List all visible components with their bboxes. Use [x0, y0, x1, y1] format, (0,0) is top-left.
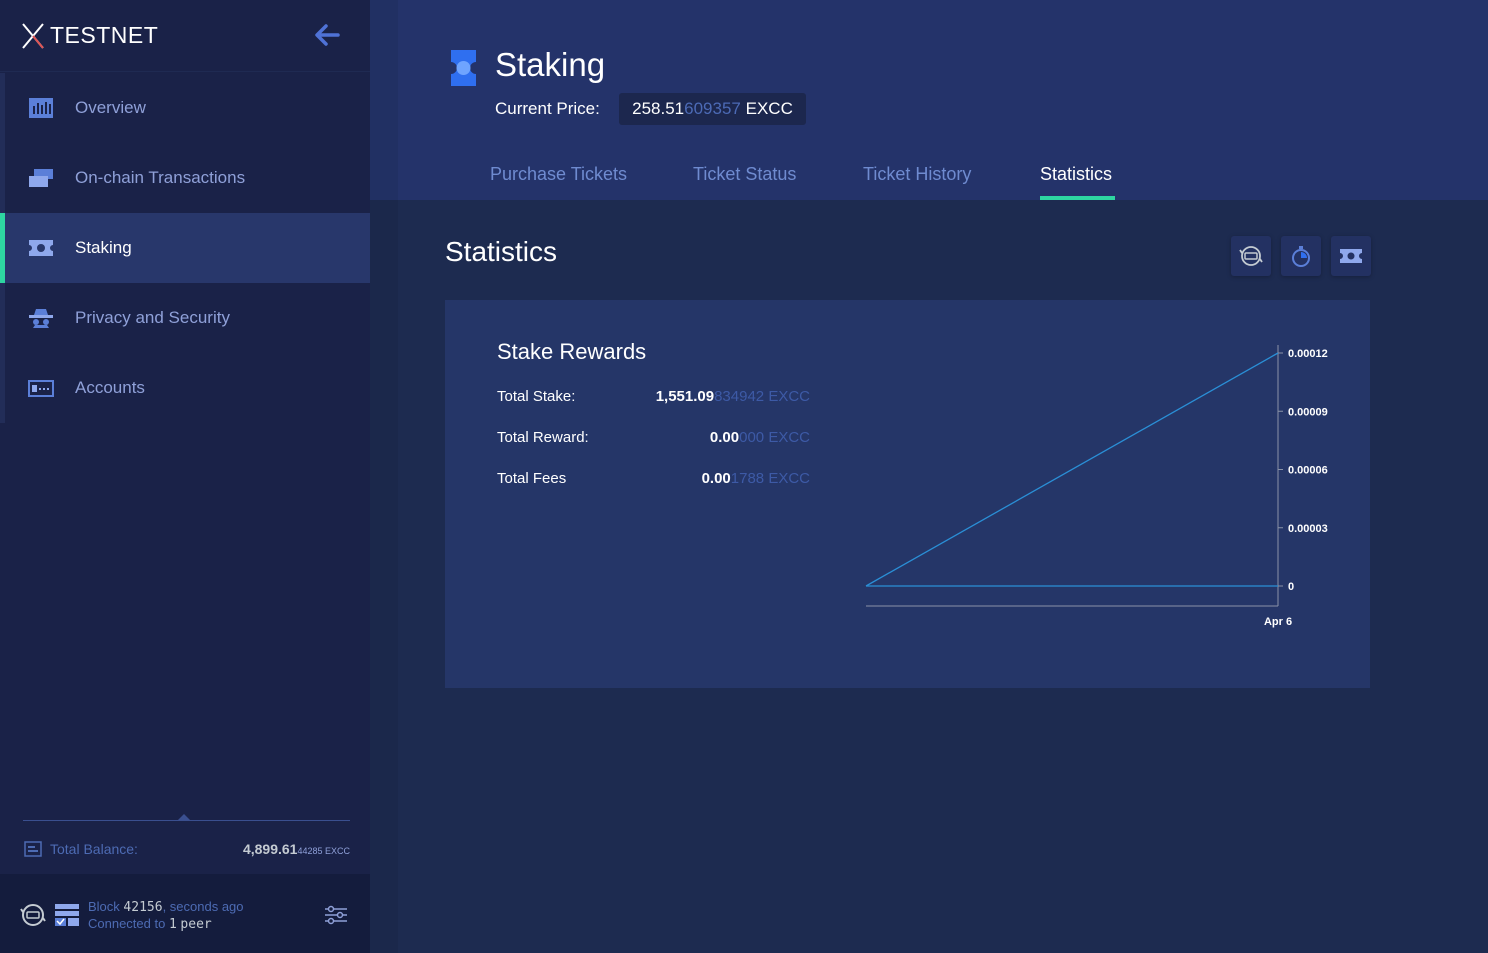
- collapse-sidebar-arrow-icon[interactable]: [312, 20, 344, 50]
- balance-label: Total Balance:: [50, 841, 138, 857]
- stake-rewards-chart: 0 0.00003 0.00006 0.00009 0.00012 Apr 6: [865, 345, 1328, 628]
- current-price-label: Current Price:: [495, 99, 600, 118]
- balance-small: 44285 EXCC: [297, 846, 350, 856]
- balance-main: 4,899.61: [242, 841, 298, 857]
- sidebar-item-staking[interactable]: Staking: [0, 213, 370, 283]
- balance-expand-icon[interactable]: [178, 814, 190, 820]
- stake-rewards-panel: Stake Rewards Total Stake: 1,551.0983494…: [445, 300, 1370, 688]
- tab-ticket-history[interactable]: Ticket History: [863, 164, 971, 185]
- settings-sliders-icon[interactable]: [324, 904, 348, 926]
- accounts-icon: [28, 380, 54, 397]
- chart-y-tick-label: 0.00006: [1288, 465, 1328, 477]
- balance-value: 4,899.6144285 EXCC: [243, 841, 350, 857]
- section-title: Statistics: [445, 236, 558, 267]
- stat-row-total-stake: Total Stake: 1,551.09834942 EXCC: [497, 388, 810, 408]
- active-tab-indicator: [1040, 196, 1115, 200]
- transactions-icon: [29, 169, 53, 187]
- sidebar: TESTNET Overview On-chain Transactions S…: [0, 0, 370, 953]
- sidebar-item-label: Overview: [75, 98, 146, 117]
- ticket-icon: [451, 50, 476, 86]
- sync-icon: [1239, 246, 1263, 266]
- chart-x-tick-label: Apr 6: [1264, 616, 1292, 628]
- peer-count: 1: [168, 917, 177, 932]
- stat-value-main: 1,551.09: [655, 388, 715, 405]
- stat-value: 0.001788 EXCC: [702, 470, 810, 487]
- blocks-icon: [55, 904, 79, 926]
- stat-value-dim: 834942 EXCC: [714, 388, 810, 405]
- tab-ticket-status[interactable]: Ticket Status: [693, 164, 796, 185]
- voting-time-button[interactable]: [1281, 236, 1321, 276]
- sidebar-item-overview[interactable]: Overview: [0, 73, 370, 143]
- ticket-icon: [29, 240, 53, 256]
- stat-value-main: 0.00: [709, 429, 740, 446]
- stat-row-total-reward: Total Reward: 0.00000 EXCC: [497, 429, 810, 449]
- sync-icon[interactable]: [20, 902, 46, 928]
- block-label: Block: [88, 899, 120, 914]
- total-balance: Total Balance: 4,899.6144285 EXCC: [24, 838, 350, 860]
- sidebar-item-transactions[interactable]: On-chain Transactions: [0, 143, 370, 213]
- balance-icon: [24, 841, 42, 857]
- brand-name: TESTNET: [50, 22, 159, 48]
- sidebar-item-label: Staking: [75, 238, 132, 257]
- chart-y-tick-label: 0.00003: [1288, 523, 1328, 535]
- price-dim: 609357: [684, 99, 741, 118]
- stopwatch-icon: [1292, 246, 1310, 267]
- block-status: Block 42156, seconds ago: [88, 899, 244, 915]
- stat-label: Total Stake:: [497, 388, 576, 405]
- price-main: 258.51: [632, 99, 685, 118]
- chart-y-tick-label: 0: [1288, 581, 1294, 593]
- brand-logo-icon: [22, 22, 44, 49]
- block-suffix: , seconds ago: [162, 899, 244, 914]
- tab-statistics[interactable]: Statistics: [1040, 164, 1112, 185]
- divider: [23, 820, 350, 821]
- stake-rewards-button[interactable]: [1231, 236, 1271, 276]
- overview-icon: [29, 98, 53, 118]
- block-number: 42156: [123, 900, 163, 915]
- peer-word: peer: [180, 917, 212, 932]
- chart-y-tick-label: 0.00009: [1288, 406, 1328, 418]
- spy-icon: [29, 309, 53, 328]
- ticket-stats-button[interactable]: [1331, 236, 1371, 276]
- connected-label: Connected to: [88, 916, 166, 931]
- sidebar-item-label: On-chain Transactions: [75, 168, 246, 187]
- sidebar-item-label: Privacy and Security: [75, 308, 230, 327]
- stat-value-dim: 000 EXCC: [739, 429, 810, 446]
- sidebar-nav: Overview On-chain Transactions Staking P…: [0, 73, 370, 423]
- chart-y-tick-label: 0.00012: [1288, 348, 1328, 360]
- stat-value-dim: 1788 EXCC: [730, 470, 810, 487]
- current-price-value: 258.51 609357 EXCC: [619, 93, 806, 125]
- stat-label: Total Reward:: [497, 429, 589, 446]
- ticket-icon: [1340, 249, 1362, 263]
- chart-series-line: [865, 352, 1279, 587]
- page-title: Staking: [495, 46, 606, 83]
- stat-value: 1,551.09834942 EXCC: [656, 388, 810, 405]
- stat-row-total-fees: Total Fees 0.001788 EXCC: [497, 470, 810, 490]
- sidebar-item-privacy[interactable]: Privacy and Security: [0, 283, 370, 353]
- tab-purchase-tickets[interactable]: Purchase Tickets: [490, 164, 627, 185]
- stat-label: Total Fees: [497, 470, 567, 487]
- panel-title: Stake Rewards: [497, 339, 647, 364]
- peer-status: Connected to 1 peer: [88, 916, 212, 932]
- sidebar-item-accounts[interactable]: Accounts: [0, 353, 370, 423]
- stat-value-main: 0.00: [701, 470, 731, 487]
- sidebar-item-label: Accounts: [75, 378, 145, 397]
- stat-value: 0.00000 EXCC: [710, 429, 810, 446]
- status-bar: Block 42156, seconds ago Connected to 1 …: [0, 874, 370, 953]
- price-unit: EXCC: [745, 99, 793, 118]
